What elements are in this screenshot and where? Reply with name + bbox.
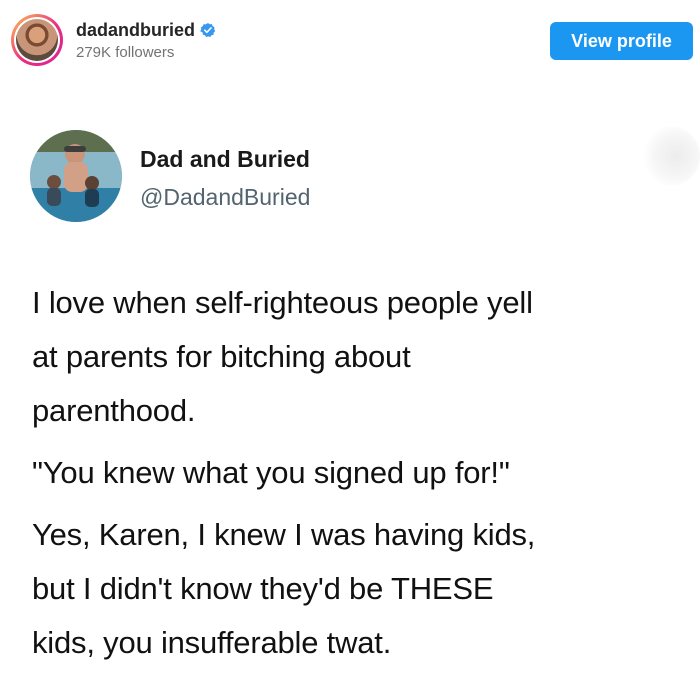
verified-badge-icon <box>200 22 216 38</box>
tweet-card: Dad and Buried @DadandBuried I love when… <box>0 82 700 700</box>
follower-count: 279K followers <box>76 44 175 61</box>
tweet-display-name[interactable]: Dad and Buried <box>140 146 310 173</box>
tweet-paragraph: "You knew what you signed up for!" <box>32 455 510 490</box>
tweet-paragraph: I love when self-righteous people yell a… <box>32 285 533 428</box>
avatar-photo <box>16 19 58 61</box>
tweet-text: I love when self-righteous people yell a… <box>32 276 682 678</box>
avatar-photo-illustration <box>30 130 122 222</box>
avatar-ring-gap <box>14 17 60 63</box>
tweet-paragraph: Yes, Karen, I knew I was having kids, bu… <box>32 517 536 660</box>
tweet-handle[interactable]: @DadandBuried <box>140 184 310 211</box>
corner-shadow <box>640 126 700 186</box>
tweet-avatar[interactable] <box>30 130 122 222</box>
instagram-embed: dadandburied 279K followers View profile <box>0 0 700 700</box>
profile-avatar[interactable] <box>11 14 63 66</box>
username-link[interactable]: dadandburied <box>76 20 195 41</box>
view-profile-button[interactable]: View profile <box>550 22 693 60</box>
instagram-header: dadandburied 279K followers View profile <box>0 0 700 82</box>
username-row: dadandburied <box>76 18 216 42</box>
